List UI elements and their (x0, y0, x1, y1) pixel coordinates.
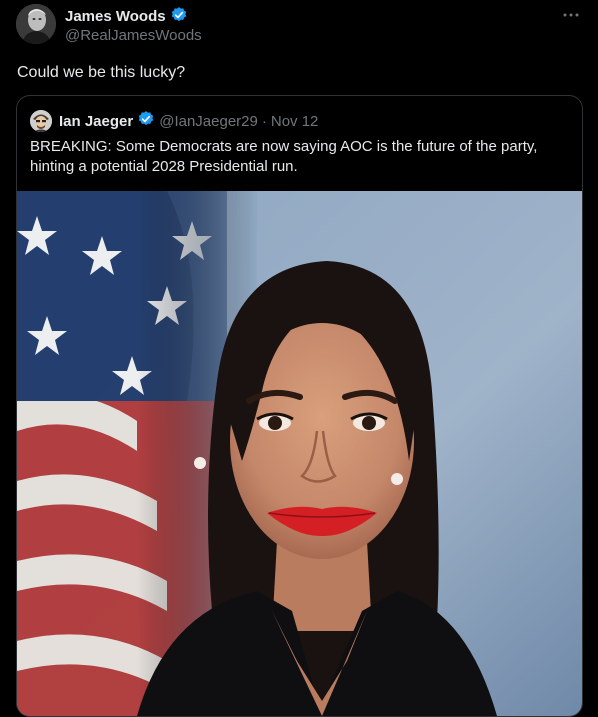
tweet-text: Could we be this lucky? (17, 64, 186, 81)
verified-badge-icon (170, 6, 188, 28)
tweet[interactable]: James Woods @RealJamesWoods Could we be … (0, 0, 598, 717)
portrait-photo-with-flag (17, 191, 582, 716)
quoted-tweet[interactable]: Ian Jaeger @IanJaeger29 · Nov 12 BREAKIN… (16, 95, 583, 717)
quoted-tweet-date[interactable]: Nov 12 (271, 113, 319, 130)
quoted-tweet-text: BREAKING: Some Democrats are now saying … (30, 138, 538, 175)
more-horizontal-icon (563, 13, 579, 17)
quoted-verified-badge-icon (137, 110, 155, 133)
quoted-tweet-header: Ian Jaeger @IanJaeger29 · Nov 12 (30, 110, 318, 132)
more-options-button[interactable] (560, 6, 582, 24)
author-avatar[interactable] (16, 4, 56, 44)
separator-dot: · (261, 112, 267, 130)
author-handle[interactable]: @RealJamesWoods (65, 27, 202, 44)
quoted-tweet-photo[interactable] (17, 191, 582, 716)
quoted-author-handle[interactable]: @IanJaeger29 (159, 113, 258, 130)
author-name[interactable]: James Woods (65, 6, 188, 28)
author-name-text[interactable]: James Woods (65, 8, 166, 25)
quoted-author-name[interactable]: Ian Jaeger (59, 113, 133, 130)
quoted-author-avatar[interactable] (30, 110, 52, 132)
